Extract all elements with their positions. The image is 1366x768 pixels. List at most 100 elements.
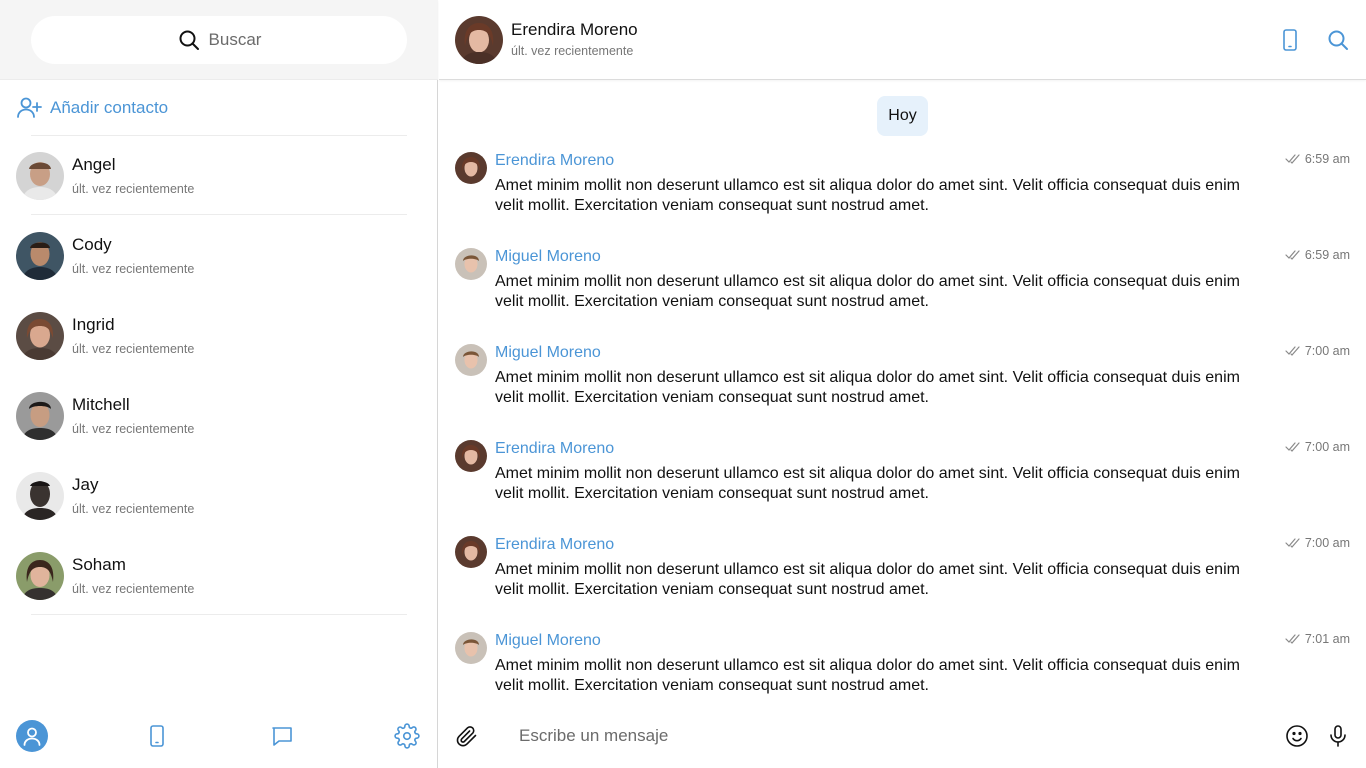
message-time: 7:00 am — [1304, 536, 1350, 550]
contact-item-jay[interactable]: Jay últ. vez recientemente — [0, 456, 438, 536]
message: Miguel Moreno 7:01 am Amet minim mollit … — [439, 632, 1366, 712]
message: Miguel Moreno 6:59 am Amet minim mollit … — [439, 248, 1366, 328]
message-sender[interactable]: Erendira Moreno — [495, 440, 614, 458]
nav-chats-button[interactable] — [266, 720, 298, 752]
avatar — [16, 232, 64, 280]
contact-item-angel[interactable]: Angel últ. vez recientemente — [0, 136, 438, 216]
message-time: 7:00 am — [1304, 344, 1350, 358]
search-area: Buscar — [0, 0, 438, 80]
date-separator: Hoy — [877, 96, 928, 136]
chat-contact-name: Erendira Moreno — [511, 20, 638, 39]
message-meta: 7:00 am — [1285, 344, 1350, 358]
search-icon — [177, 28, 201, 52]
contact-list: Angel últ. vez recientemente Cody últ. v… — [0, 136, 438, 616]
message-meta: 6:59 am — [1285, 248, 1350, 262]
chat-search-button[interactable] — [1326, 28, 1350, 52]
double-check-icon — [1285, 250, 1301, 260]
avatar[interactable] — [455, 152, 487, 184]
message-meta: 6:59 am — [1285, 152, 1350, 166]
message: Erendira Moreno 7:00 am Amet minim molli… — [439, 536, 1366, 616]
message: Miguel Moreno 7:00 am Amet minim mollit … — [439, 344, 1366, 424]
avatar[interactable] — [455, 16, 503, 64]
avatar[interactable] — [455, 248, 487, 280]
contact-name: Soham — [72, 555, 126, 574]
message-meta: 7:00 am — [1285, 440, 1350, 454]
message-text: Amet minim mollit non deserunt ullamco e… — [495, 657, 1240, 694]
sidebar: Buscar Añadir contacto Angel últ. vez re… — [0, 0, 438, 768]
message-time: 6:59 am — [1304, 152, 1350, 166]
message-sender[interactable]: Miguel Moreno — [495, 344, 601, 362]
contact-name: Jay — [72, 475, 99, 494]
double-check-icon — [1285, 154, 1301, 164]
phone-icon — [146, 724, 168, 748]
chat-icon — [270, 724, 294, 748]
phone-icon — [1279, 28, 1301, 52]
chat-header: Erendira Moreno últ. vez recientemente — [439, 0, 1366, 80]
message-text: Amet minim mollit non deserunt ullamco e… — [495, 177, 1240, 214]
message-sender[interactable]: Miguel Moreno — [495, 632, 601, 650]
contact-item-ingrid[interactable]: Ingrid últ. vez recientemente — [0, 296, 438, 376]
emoji-button[interactable] — [1285, 724, 1309, 748]
add-user-icon — [16, 95, 42, 121]
bottom-nav — [0, 704, 438, 768]
contact-name: Cody — [72, 235, 112, 254]
contact-status: últ. vez recientemente — [72, 582, 195, 596]
chat-panel: Erendira Moreno últ. vez recientemente H… — [439, 0, 1366, 768]
voice-message-button[interactable] — [1326, 724, 1350, 748]
add-contact-button[interactable]: Añadir contacto — [16, 92, 168, 124]
contact-status: últ. vez recientemente — [72, 422, 195, 436]
message-input[interactable]: Escribe un mensaje — [519, 724, 668, 748]
smiley-icon — [1285, 724, 1309, 748]
double-check-icon — [1285, 634, 1301, 644]
message-time: 7:00 am — [1304, 440, 1350, 454]
call-button[interactable] — [1278, 28, 1302, 52]
contact-item-mitchell[interactable]: Mitchell últ. vez recientemente — [0, 376, 438, 456]
contact-name: Angel — [72, 155, 116, 174]
avatar[interactable] — [455, 536, 487, 568]
search-icon — [1326, 28, 1350, 52]
contact-status: últ. vez recientemente — [72, 342, 195, 356]
divider — [31, 614, 407, 615]
nav-contacts-button[interactable] — [16, 720, 48, 752]
message-sender[interactable]: Erendira Moreno — [495, 536, 614, 554]
avatar — [16, 312, 64, 360]
avatar — [16, 152, 64, 200]
message-text: Amet minim mollit non deserunt ullamco e… — [495, 273, 1240, 310]
user-icon — [21, 725, 43, 747]
chat-contact-status: últ. vez recientemente — [511, 44, 634, 58]
message-text: Amet minim mollit non deserunt ullamco e… — [495, 561, 1240, 598]
divider — [31, 214, 407, 215]
avatar — [16, 392, 64, 440]
avatar — [16, 552, 64, 600]
avatar[interactable] — [455, 632, 487, 664]
avatar[interactable] — [455, 440, 487, 472]
contact-item-soham[interactable]: Soham últ. vez recientemente — [0, 536, 438, 616]
attach-button[interactable] — [455, 724, 479, 748]
message-text: Amet minim mollit non deserunt ullamco e… — [495, 465, 1240, 502]
contact-item-cody[interactable]: Cody últ. vez recientemente — [0, 216, 438, 296]
contact-status: últ. vez recientemente — [72, 182, 195, 196]
message-time: 6:59 am — [1304, 248, 1350, 262]
message-composer: Escribe un mensaje — [439, 704, 1366, 768]
message: Erendira Moreno 6:59 am Amet minim molli… — [439, 152, 1366, 232]
contact-status: últ. vez recientemente — [72, 262, 195, 276]
message-sender[interactable]: Miguel Moreno — [495, 248, 601, 266]
message-text: Amet minim mollit non deserunt ullamco e… — [495, 369, 1240, 406]
contact-name: Mitchell — [72, 395, 130, 414]
add-contact-label: Añadir contacto — [50, 98, 169, 117]
gear-icon — [394, 723, 420, 749]
message-sender[interactable]: Erendira Moreno — [495, 152, 614, 170]
microphone-icon — [1326, 724, 1350, 748]
search-input[interactable]: Buscar — [31, 16, 407, 64]
avatar — [16, 472, 64, 520]
avatar[interactable] — [455, 344, 487, 376]
contact-status: últ. vez recientemente — [72, 502, 195, 516]
message-time: 7:01 am — [1304, 632, 1350, 646]
message-meta: 7:01 am — [1285, 632, 1350, 646]
nav-settings-button[interactable] — [391, 720, 423, 752]
message: Erendira Moreno 7:00 am Amet minim molli… — [439, 440, 1366, 520]
message-meta: 7:00 am — [1285, 536, 1350, 550]
nav-calls-button[interactable] — [141, 720, 173, 752]
paperclip-icon — [455, 724, 479, 748]
double-check-icon — [1285, 442, 1301, 452]
